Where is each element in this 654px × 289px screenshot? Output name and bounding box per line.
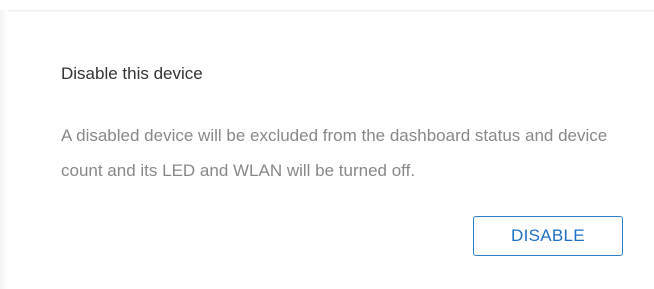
- section-title: Disable this device: [61, 64, 203, 83]
- disable-device-card: Disable this device A disabled device wi…: [8, 12, 654, 289]
- page: Disable this device A disabled device wi…: [0, 0, 654, 289]
- disable-button[interactable]: DISABLE: [473, 216, 623, 256]
- card-left-edge: [0, 10, 8, 289]
- section-description: A disabled device will be excluded from …: [61, 126, 608, 180]
